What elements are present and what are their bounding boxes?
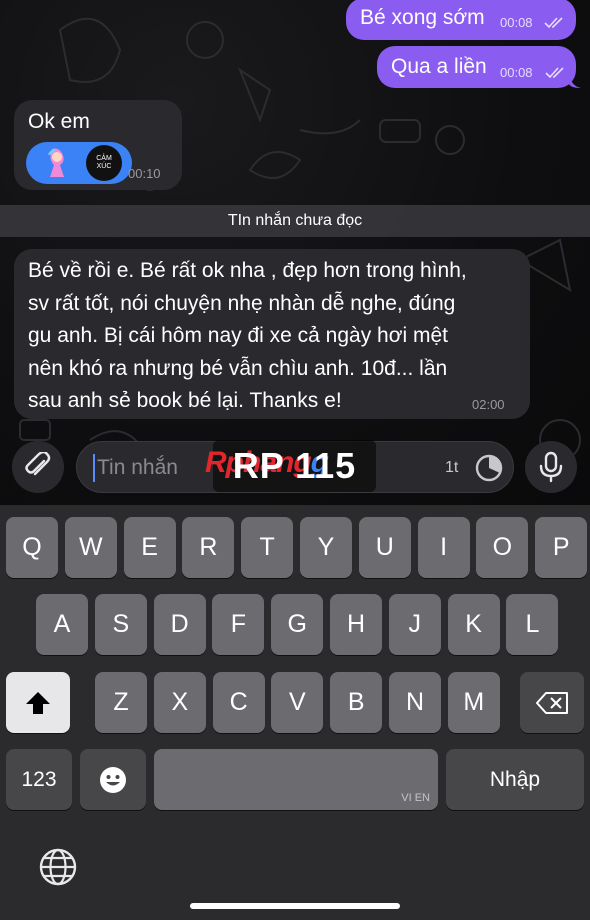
key-y[interactable]: Y	[300, 517, 352, 578]
message-text: Bé về rồi e. Bé rất ok nha , đẹp hơn tro…	[28, 255, 467, 418]
message-time: 00:08	[500, 65, 533, 80]
microphone-icon	[539, 451, 563, 483]
sticker-badge: CẢM XÚC	[86, 145, 122, 181]
message-input-placeholder: Tin nhắn	[97, 456, 178, 479]
watermark-overlay: Rphangg RP 115	[205, 440, 376, 492]
globe-button[interactable]	[38, 847, 78, 887]
numbers-key[interactable]: 123	[6, 749, 72, 810]
voice-message-button[interactable]	[525, 441, 577, 493]
return-key[interactable]: Nhập	[446, 749, 584, 810]
unread-divider-label: TIn nhắn chưa đọc	[227, 212, 363, 229]
globe-icon	[39, 848, 77, 886]
outgoing-message[interactable]: Qua a liền 00:08	[377, 46, 581, 88]
backspace-icon	[536, 691, 568, 714]
key-b[interactable]: B	[330, 672, 383, 733]
double-check-icon	[545, 67, 564, 79]
message-line: sv rất tốt, nói chuyện nhẹ nhàn dễ nghe,…	[28, 291, 456, 315]
message-line: Bé về rồi e. Bé rất ok nha , đẹp hơn tro…	[28, 259, 467, 282]
shift-key[interactable]	[6, 672, 70, 733]
message-time: 00:08	[500, 15, 533, 30]
message-line: sau anh sẻ book bé lại. Thanks e!	[28, 389, 342, 412]
key-x[interactable]: X	[153, 672, 206, 733]
sticker-pack[interactable]: CẢM XÚC	[26, 142, 132, 184]
incoming-message[interactable]: Ok em CẢM XÚC 00:10	[14, 100, 182, 190]
incoming-message[interactable]: Bé về rồi e. Bé rất ok nha , đẹp hơn tro…	[14, 249, 530, 419]
return-key-label: Nhập	[489, 767, 541, 791]
key-o[interactable]: O	[476, 517, 529, 578]
key-t[interactable]: T	[241, 517, 294, 578]
emoji-key[interactable]	[80, 749, 146, 810]
keyboard: 123 VI EN Nhập QWERTYUIOP ASDFGHJKL ZXCVBN…	[0, 505, 590, 920]
text-cursor	[93, 454, 95, 482]
attach-button[interactable]	[12, 441, 64, 493]
key-q[interactable]: Q	[6, 517, 58, 578]
message-text: Ok em	[28, 110, 90, 133]
key-w[interactable]: W	[64, 517, 117, 578]
key-m[interactable]: M	[447, 672, 500, 733]
key-s[interactable]: S	[94, 594, 147, 655]
space-language-hint: VI EN	[401, 792, 430, 804]
key-i[interactable]: I	[417, 517, 470, 578]
timer-icon[interactable]	[474, 453, 504, 483]
unread-messages-divider: TIn nhắn chưa đọc	[0, 205, 590, 237]
key-p[interactable]: P	[535, 517, 588, 578]
key-f[interactable]: F	[212, 594, 265, 655]
key-j[interactable]: J	[388, 594, 441, 655]
double-check-icon	[544, 17, 563, 29]
sticker-caption: CẢM XÚC	[96, 155, 112, 170]
message-line: gu anh. Bị cái hôm nay đi xe cả ngày hơi…	[28, 324, 448, 347]
key-h[interactable]: H	[330, 594, 382, 655]
outgoing-message[interactable]: Bé xong sớm 00:08	[346, 0, 576, 40]
home-indicator[interactable]	[190, 903, 400, 909]
message-text: Qua a liền	[391, 55, 487, 78]
backspace-key[interactable]	[520, 672, 584, 733]
numbers-key-label: 123	[21, 767, 57, 791]
key-v[interactable]: V	[271, 672, 324, 733]
emoji-icon	[100, 766, 126, 793]
sticker-girl-image	[42, 147, 72, 179]
watermark-code: RP 115	[232, 445, 357, 486]
key-k[interactable]: K	[447, 594, 500, 655]
key-c[interactable]: C	[212, 672, 265, 733]
key-d[interactable]: D	[153, 594, 206, 655]
message-time: 00:10	[128, 166, 161, 181]
key-u[interactable]: U	[358, 517, 411, 578]
message-text: Bé xong sớm	[360, 6, 485, 29]
bubble-tail	[569, 74, 581, 88]
key-e[interactable]: E	[123, 517, 176, 578]
message-line: nên khó ra nhưng bé vẫn chìu anh. 10đ...…	[28, 356, 448, 380]
key-g[interactable]: G	[271, 594, 324, 655]
key-l[interactable]: L	[506, 594, 559, 655]
chat-area[interactable]: Bé xong sớm 00:08 Qua a liền 00:08 Ok em	[0, 0, 590, 505]
self-destruct-timer-label: 1t	[445, 459, 459, 476]
space-key[interactable]: VI EN	[154, 749, 438, 810]
key-a[interactable]: A	[36, 594, 88, 655]
key-r[interactable]: R	[182, 517, 235, 578]
key-n[interactable]: N	[389, 672, 441, 733]
attach-icon	[25, 452, 51, 476]
key-z[interactable]: Z	[95, 672, 147, 733]
message-time: 02:00	[472, 397, 505, 412]
shift-icon	[26, 691, 50, 714]
